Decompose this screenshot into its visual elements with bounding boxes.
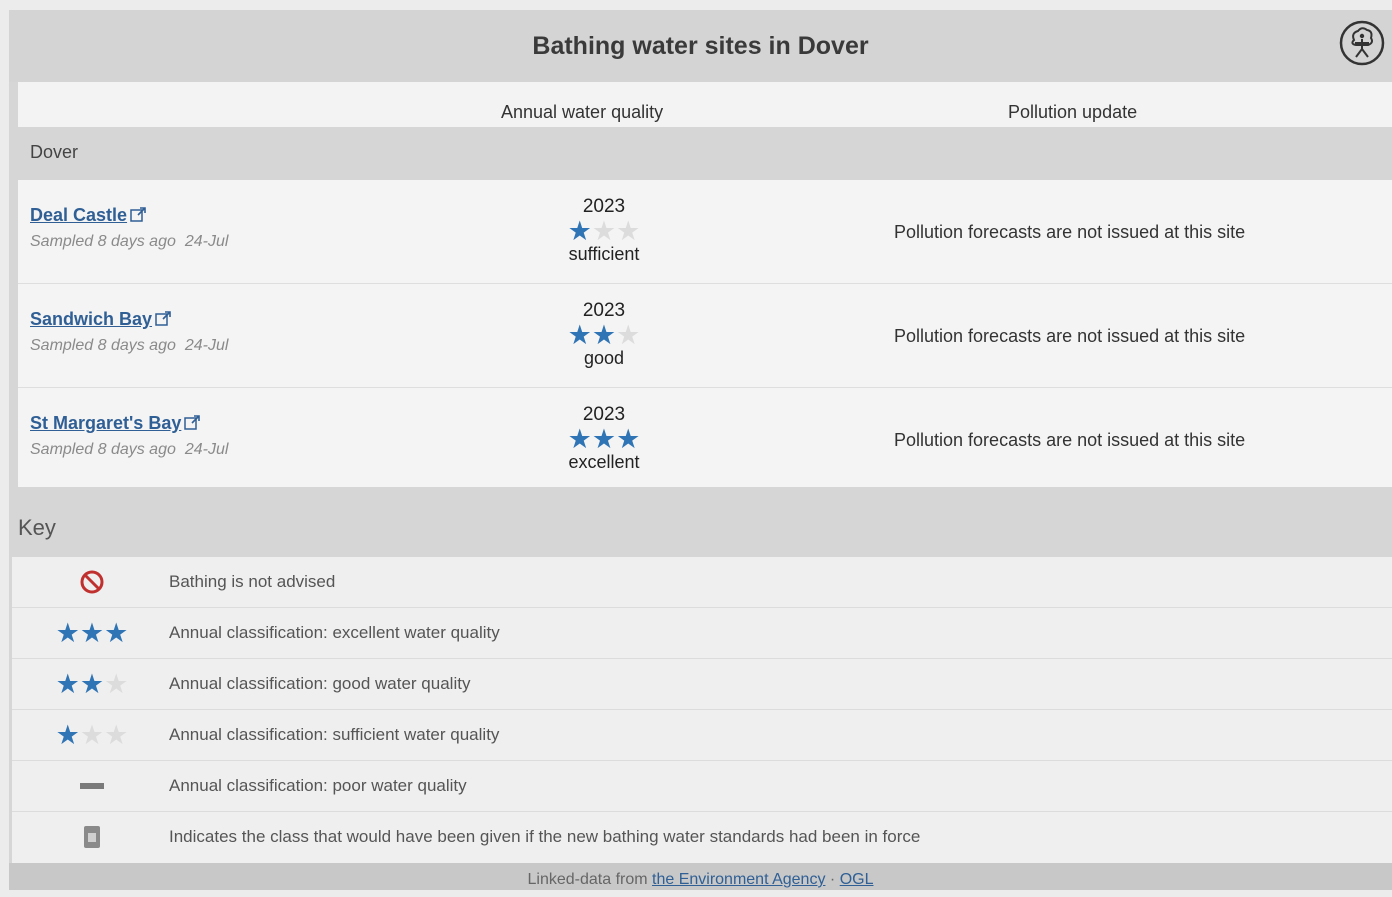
star-empty-icon: ★ [104,720,129,750]
star-filled-icon: ★ [567,424,592,454]
star-empty-icon: ★ [79,720,105,750]
quality-year: 2023 [582,196,626,217]
environment-agency-link[interactable]: the Environment Agency [652,871,825,888]
key-text: Annual classification: poor water qualit… [169,776,467,795]
star-filled-icon: ★ [79,618,105,648]
key-row: ★★★ Annual classification: sufficient wa… [12,710,1392,761]
site-name: Deal Castle [30,205,128,225]
key-title: Key [18,515,56,540]
key-row: Bathing is not advised [12,557,1392,608]
footer-separator: · [829,871,836,888]
key-header: Key [9,487,1392,554]
quality-year: 2023 [582,300,626,321]
star-empty-icon: ★ [591,216,617,246]
title-bar: Bathing water sites in Dover [9,10,1392,82]
key-row: Annual classification: poor water qualit… [12,761,1392,812]
footer: Linked-data from the Environment Agency … [9,863,1392,890]
site-link-sandwich-bay[interactable]: Sandwich Bay [30,309,172,330]
sampled-date: 24-Jul [184,337,229,354]
star-filled-icon: ★ [55,720,80,750]
star-filled-icon: ★ [104,618,129,648]
key-table: Bathing is not advised ★★★ Annual classi… [12,557,1392,863]
pollution-update: Pollution forecasts are not issued at th… [894,430,1246,450]
tree-person-logo-icon [1339,20,1385,66]
column-header-pollution: Pollution update [1008,102,1138,122]
pollution-update: Pollution forecasts are not issued at th… [894,222,1246,242]
pollution-update: Pollution forecasts are not issued at th… [894,326,1246,346]
sampled-info: Sampled 8 days ago 24-Jul [30,233,228,251]
three-stars-icon: ★★★ [55,618,129,648]
key-text: Bathing is not advised [169,572,336,591]
star-empty-icon: ★ [104,669,129,699]
site-name: St Margaret's Bay [30,413,182,433]
star-filled-icon: ★ [567,216,592,246]
region-row: Dover [18,127,1392,180]
water-quality: 2023 ★★★ excellent [542,404,666,472]
key-row: Indicates the class that would have been… [12,812,1392,862]
dash-icon [80,783,104,789]
quality-year: 2023 [582,404,626,425]
star-filled-icon: ★ [567,320,592,350]
column-header-quality: Annual water quality [501,102,664,122]
quality-rating: excellent [568,452,640,472]
star-filled-icon: ★ [55,618,80,648]
star-filled-icon: ★ [55,669,80,699]
sampled-text: Sampled 8 days ago [30,337,176,354]
sites-table: Annual water quality Pollution update Do… [18,82,1392,491]
quality-rating: good [583,348,625,368]
sampled-text: Sampled 8 days ago [30,441,176,458]
key-text: Annual classification: sufficient water … [169,725,500,744]
star-filled-icon: ★ [79,669,105,699]
star-rating: ★★★ [542,424,666,454]
one-star-icon: ★★★ [55,720,129,750]
quality-rating: sufficient [568,244,640,264]
star-empty-icon: ★ [616,320,641,350]
site-row: St Margaret's Bay Sampled 8 days ago 24-J… [18,388,1392,491]
external-link-icon [184,415,201,430]
external-link-icon [155,311,171,326]
key-text: Annual classification: good water qualit… [169,674,471,693]
sampled-text: Sampled 8 days ago [30,233,176,250]
site-row: Sandwich Bay Sampled 8 days ago 24-Jul 20… [18,284,1392,388]
bathing-water-widget: Bathing water sites in Dover Annual wate… [9,10,1392,890]
site-link-deal-castle[interactable]: Deal Castle [30,205,147,226]
sampled-info: Sampled 8 days ago 24-Jul [30,441,228,459]
sampled-date: 24-Jul [184,441,229,458]
footer-prefix: Linked-data from [527,871,648,888]
key-row: ★★★ Annual classification: good water qu… [12,659,1392,710]
water-quality: 2023 ★★★ good [542,300,666,368]
star-filled-icon: ★ [616,424,641,454]
no-entry-icon [80,570,104,594]
two-stars-icon: ★★★ [55,669,129,699]
star-rating: ★★★ [542,320,666,350]
key-text: Indicates the class that would have been… [169,827,921,846]
external-link-icon [130,207,146,222]
ogl-license-link[interactable]: OGL [840,871,874,888]
key-row: ★★★ Annual classification: excellent wat… [12,608,1392,659]
water-quality: 2023 ★★★ sufficient [542,196,666,264]
sampled-date: 24-Jul [184,233,229,250]
site-name: Sandwich Bay [30,309,153,329]
star-filled-icon: ★ [591,424,617,454]
region-label: Dover [30,142,79,162]
site-row: Deal Castle Sampled 8 days ago 24-Jul 202… [18,180,1392,284]
key-text: Annual classification: excellent water q… [169,623,500,642]
star-empty-icon: ★ [616,216,641,246]
star-filled-icon: ★ [591,320,617,350]
star-rating: ★★★ [542,216,666,246]
page-title: Bathing water sites in Dover [532,32,869,60]
document-icon [84,826,100,848]
sampled-info: Sampled 8 days ago 24-Jul [30,337,228,355]
site-link-st-margarets-bay[interactable]: St Margaret's Bay [30,413,201,434]
